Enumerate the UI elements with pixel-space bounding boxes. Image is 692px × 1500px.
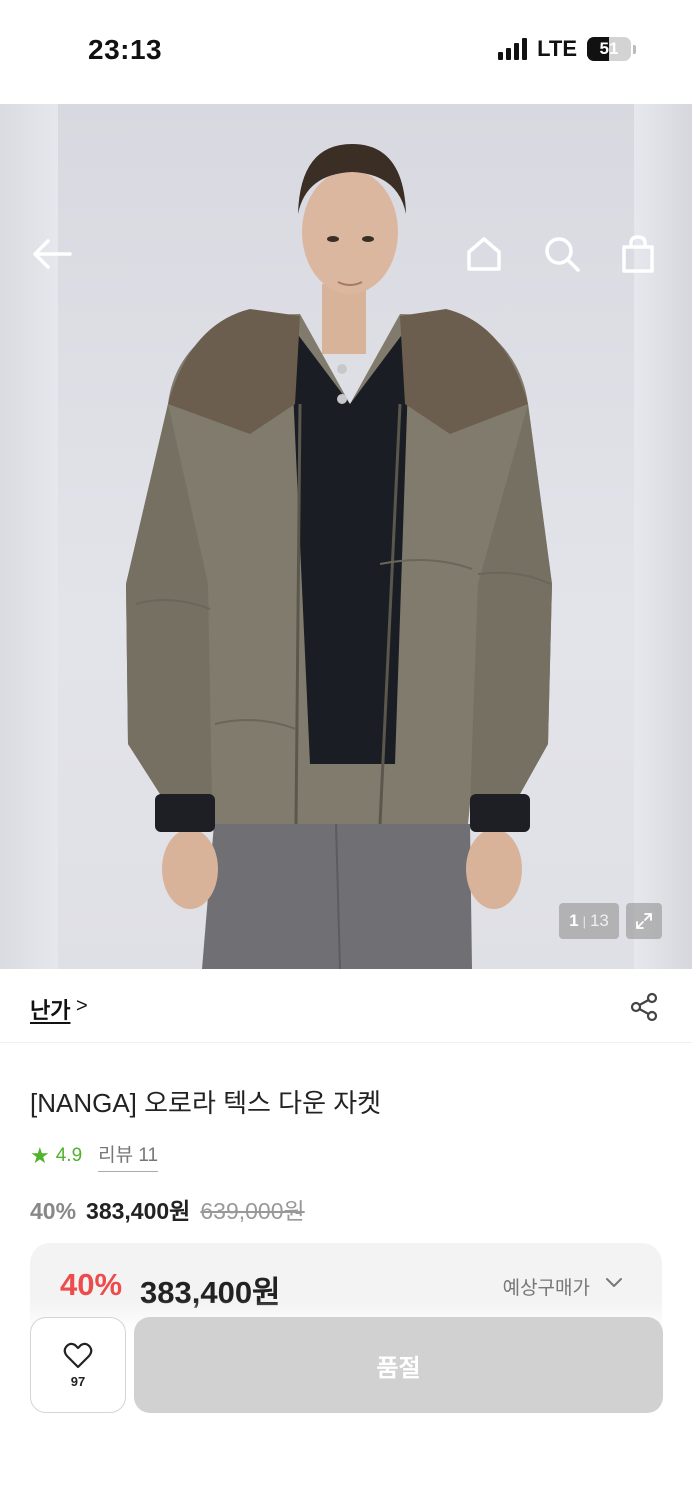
product-title: [NANGA] 오로라 텍스 다운 자켓 xyxy=(30,1088,382,1118)
signal-strength-icon xyxy=(498,38,528,60)
home-button[interactable] xyxy=(462,232,506,276)
image-counter-current: 1 xyxy=(569,911,579,930)
rating-row: ★ 4.9 리뷰 11 xyxy=(30,1140,159,1172)
battery-cap xyxy=(633,44,636,54)
expected-discount-rate: 40% xyxy=(60,1267,123,1302)
product-photo xyxy=(126,144,552,969)
search-icon xyxy=(545,237,580,272)
review-link[interactable]: 리뷰 11 xyxy=(98,1140,159,1172)
back-button[interactable] xyxy=(30,232,74,276)
image-counter-total: 13 xyxy=(589,911,609,930)
cart-button[interactable] xyxy=(616,232,660,276)
status-time: 23:13 xyxy=(88,34,163,65)
discount-rate: 40% xyxy=(30,1198,77,1224)
like-count: 97 xyxy=(70,1373,86,1389)
star-icon: ★ xyxy=(30,1143,50,1168)
expand-icon xyxy=(636,913,652,929)
like-button[interactable]: 97 xyxy=(30,1317,126,1413)
share-button[interactable] xyxy=(626,989,662,1025)
sale-price: 383,400원 xyxy=(86,1198,191,1224)
chevron-down-icon[interactable] xyxy=(604,1273,624,1293)
home-icon xyxy=(467,237,501,271)
search-button[interactable] xyxy=(540,232,584,276)
rating-value: 4.9 xyxy=(55,1145,83,1166)
expand-image-button[interactable] xyxy=(626,903,662,939)
status-indicators: LTE 51 xyxy=(498,36,636,62)
soldout-button[interactable]: 품절 xyxy=(134,1317,663,1413)
back-arrow-icon xyxy=(33,239,72,269)
status-bar: 23:13 LTE 51 xyxy=(0,0,692,104)
brand-link[interactable]: 난가 xyxy=(30,993,70,1025)
network-type: LTE xyxy=(537,36,577,61)
expected-price-label: 예상구매가 xyxy=(502,1278,590,1299)
shopping-bag-icon xyxy=(622,235,654,273)
heart-icon xyxy=(63,1342,93,1368)
brand-row: 난가 > xyxy=(0,969,692,1043)
share-icon xyxy=(630,992,658,1022)
original-price: 639,000원 xyxy=(200,1198,305,1224)
battery-icon: 51 xyxy=(587,37,631,61)
price-row: 40% 383,400원 639,000원 xyxy=(30,1192,305,1226)
image-counter-separator: | xyxy=(582,913,586,929)
chevron-right-icon[interactable]: > xyxy=(76,995,88,1018)
image-counter: 1 | 13 xyxy=(559,903,619,939)
product-image-carousel[interactable] xyxy=(0,104,692,969)
battery-level: 51 xyxy=(599,39,619,58)
